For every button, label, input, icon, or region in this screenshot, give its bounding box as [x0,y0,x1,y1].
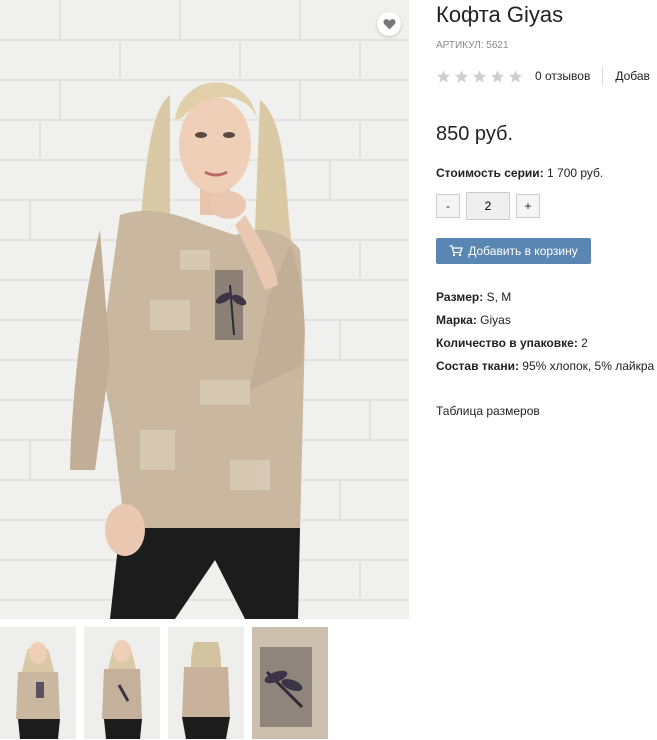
property-brand: Марка: Giyas [436,309,657,332]
thumbnail-back-image [168,627,244,739]
star-icon[interactable] [472,69,487,84]
quantity-increase-button[interactable]: + [516,194,540,218]
thumbnail-3[interactable] [168,627,244,739]
rating-row: 0 отзывов Добав [436,65,657,87]
size-table-link[interactable]: Таблица размеров [436,404,657,418]
property-label: Количество в упаковке: [436,336,578,350]
thumbnail-4[interactable] [252,627,328,739]
thumbnail-side-image [84,627,160,739]
thumbnail-front-image [0,627,76,739]
series-cost-label: Стоимость серии: [436,166,544,180]
product-title: Кофта Giyas [436,2,564,27]
brick-wall-background [0,0,409,619]
quantity-stepper: - + [436,192,657,220]
product-sku: АРТИКУЛ: 5621 [436,40,509,51]
thumbnail-strip [0,627,328,739]
product-details: Кофта Giyas АРТИКУЛ: 5621 0 отзывов Доба… [436,0,657,418]
quantity-decrease-button[interactable]: - [436,194,460,218]
shopping-cart-icon [449,245,464,257]
heart-icon [382,19,396,30]
add-to-cart-label: Добавить в корзину [468,244,578,258]
quantity-input[interactable] [466,192,510,220]
star-icon[interactable] [508,69,523,84]
property-label: Состав ткани: [436,359,519,373]
property-label: Марка: [436,313,477,327]
property-pack-quantity: Количество в упаковке: 2 [436,332,657,355]
star-icon[interactable] [454,69,469,84]
series-cost: Стоимость серии: 1 700 руб. [436,166,657,180]
property-size: Размер: S, M [436,286,657,309]
reviews-link[interactable]: 0 отзывов [535,69,590,83]
add-to-cart-button[interactable]: Добавить в корзину [436,238,591,264]
series-cost-value: 1 700 руб. [547,166,604,180]
property-value: 95% хлопок, 5% лайкра [522,359,655,373]
property-value: S, M [486,290,512,304]
divider [602,66,604,86]
favorite-button[interactable] [377,12,401,36]
add-review-link[interactable]: Добав [615,69,650,83]
thumbnail-detail-image [252,627,328,739]
main-product-image[interactable] [0,0,409,619]
star-icon[interactable] [436,69,451,84]
thumbnail-2[interactable] [84,627,160,739]
thumbnail-1[interactable] [0,627,76,739]
property-label: Размер: [436,290,484,304]
product-properties: Размер: S, M Марка: Giyas Количество в у… [436,286,657,378]
star-icon[interactable] [490,69,505,84]
property-value: Giyas [480,313,511,327]
property-fabric: Состав ткани: 95% хлопок, 5% лайкра [436,355,657,378]
property-value: 2 [581,336,588,350]
rating-stars[interactable] [436,69,523,84]
product-price: 850 руб. [436,123,514,145]
